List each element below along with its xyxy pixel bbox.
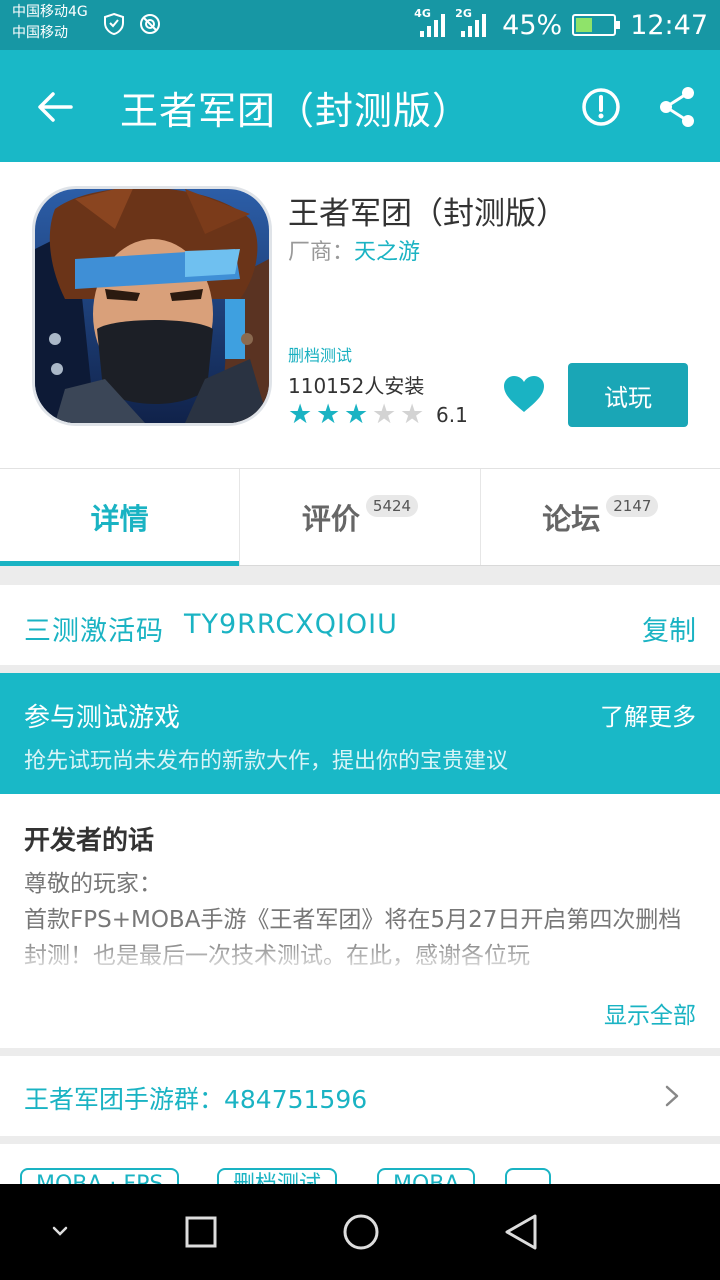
heart-icon[interactable]	[502, 374, 546, 414]
carrier-1: 中国移动4G	[12, 4, 88, 20]
home-button[interactable]	[337, 1208, 385, 1256]
review-count-badge: 5424	[365, 495, 419, 517]
carrier-info: 中国移动4G 中国移动	[12, 2, 88, 44]
forum-count-badge: 2147	[606, 495, 659, 517]
vendor-link[interactable]: 天之游	[354, 240, 420, 265]
test-badge: 删档测试	[288, 346, 353, 365]
carrier-2: 中国移动	[12, 25, 68, 41]
activation-label: 三测激活码	[24, 616, 164, 647]
back-nav-button[interactable]	[497, 1208, 545, 1256]
tab-forum[interactable]: 论坛 2147	[481, 469, 720, 565]
clock: 12:47	[630, 9, 708, 41]
tag-list: MOBA · FPS 删档测试 MOBA	[0, 1144, 720, 1184]
rating-value: 6.1	[436, 403, 468, 427]
copy-button[interactable]: 复制	[642, 609, 696, 648]
back-button[interactable]	[30, 84, 80, 130]
recents-button[interactable]	[177, 1208, 225, 1256]
chevron-down-icon	[52, 1226, 68, 1236]
tag-chip[interactable]: 删档测试	[217, 1168, 338, 1184]
developer-notes: 开发者的话 尊敬的玩家： 首款FPS+MOBA手游《王者军团》将在5月27日开启…	[0, 794, 720, 1048]
rating-stars: ★ ★ ★ ★ ★ 6.1	[288, 399, 468, 430]
star-icon: ★	[400, 399, 425, 430]
triangle-back-icon	[505, 1214, 537, 1250]
star-icon: ★	[288, 399, 313, 430]
chevron-right-icon	[665, 1085, 679, 1107]
app-header: 王者军团（封测版） 厂商：天之游 删档测试 110152人安装 ★ ★ ★ ★ …	[0, 162, 720, 468]
install-count: 110152人安装	[288, 374, 425, 398]
tag-chip[interactable]	[505, 1168, 551, 1184]
learn-more-link[interactable]: 了解更多	[600, 697, 696, 732]
app-name: 王者军团（封测版）	[288, 196, 567, 232]
tab-label: 评价	[301, 502, 360, 536]
app-icon	[32, 186, 272, 426]
player-group-row[interactable]: 王者军团手游群：484751596	[0, 1056, 720, 1136]
vendor: 厂商：天之游	[288, 234, 420, 266]
tab-label: 详情	[90, 502, 149, 536]
section-title: 开发者的话	[24, 826, 155, 856]
text-fade	[0, 938, 720, 978]
test-subtitle: 抢先试玩尚未发布的新款大作，提出你的宝贵建议	[24, 749, 509, 774]
arrow-left-icon	[38, 92, 73, 122]
tab-details[interactable]: 详情	[0, 469, 241, 566]
status-bar: 中国移动4G 中国移动 4G 2G 45% 12:47	[0, 0, 720, 50]
activation-code: TY9RRCXQIOIU	[184, 609, 398, 640]
vendor-label: 厂商：	[288, 240, 355, 265]
show-all-link[interactable]: 显示全部	[604, 996, 696, 1030]
star-icon: ★	[344, 399, 369, 430]
tab-label: 论坛	[542, 502, 601, 536]
page-title: 王者军团（封测版）	[120, 89, 472, 133]
battery-percent: 45%	[502, 9, 563, 41]
share-icon[interactable]	[654, 84, 700, 130]
tag-chip[interactable]: MOBA · FPS	[20, 1168, 180, 1184]
report-icon[interactable]	[578, 84, 624, 130]
shield-icon	[104, 12, 124, 36]
try-play-button[interactable]: 试玩	[568, 363, 688, 427]
signal-2g-icon: 2G	[455, 7, 487, 37]
test-title: 参与测试游戏	[24, 703, 181, 733]
circle-icon	[343, 1214, 379, 1250]
tag-chip[interactable]: MOBA	[377, 1168, 476, 1184]
star-icon: ★	[372, 399, 397, 430]
star-icon: ★	[316, 399, 341, 430]
activation-code-row: 三测激活码 TY9RRCXQIOIU 复制	[0, 585, 720, 665]
test-program-banner[interactable]: 参与测试游戏 了解更多 抢先试玩尚未发布的新款大作，提出你的宝贵建议	[0, 673, 720, 794]
title-bar: 王者军团（封测版）	[0, 50, 720, 162]
nav-down-button[interactable]	[36, 1208, 84, 1256]
sync-icon	[140, 14, 160, 34]
system-nav-bar	[0, 1184, 720, 1280]
signal-4g-icon: 4G	[414, 7, 446, 37]
battery-icon	[572, 14, 621, 36]
group-info: 王者军团手游群：484751596	[24, 1085, 368, 1114]
tab-reviews[interactable]: 评价 5424	[240, 469, 481, 565]
square-icon	[185, 1216, 217, 1248]
tab-bar: 详情 评价 5424 论坛 2147	[0, 468, 720, 566]
